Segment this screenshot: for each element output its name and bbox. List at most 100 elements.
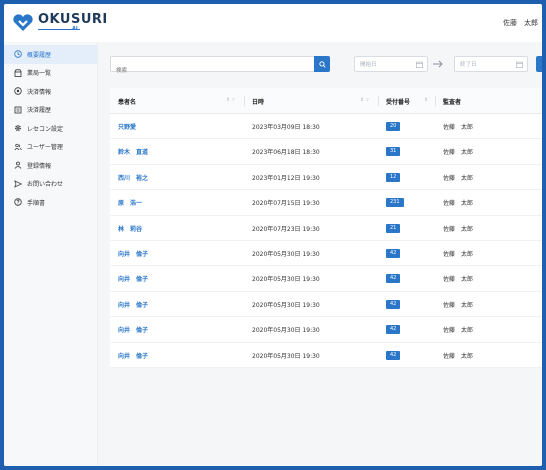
- start-date-placeholder: 開始日: [360, 62, 377, 68]
- end-date-placeholder: 終了日: [460, 62, 477, 68]
- calendar-icon: [416, 61, 423, 68]
- datetime-cell: 2020年07月23日 19:30: [252, 225, 320, 233]
- reception-no-cell: 42: [386, 317, 401, 342]
- main-content: 開始日 終了日 患者名 ⇕▿ 日時 ⇕▿: [98, 42, 542, 466]
- patient-name-link[interactable]: 西川 裕之: [118, 165, 148, 190]
- patient-name-link[interactable]: 鈴木 直道: [118, 139, 148, 164]
- header-datetime[interactable]: 日時: [252, 88, 264, 114]
- patient-name-link[interactable]: 向井 倫子: [118, 266, 148, 291]
- datetime-cell: 2020年07月15日 19:30: [252, 200, 320, 208]
- send-icon: [14, 180, 22, 188]
- reception-no-cell: 31: [386, 139, 401, 164]
- table-row[interactable]: 向井 倫子 2020年05月30日 19:30 42 佐藤 太郎: [110, 317, 542, 343]
- patient-name-link[interactable]: 向井 倫子: [118, 292, 148, 317]
- sort-filter-icon[interactable]: ⇕▿: [226, 97, 237, 103]
- clock-icon: [14, 50, 22, 58]
- store-icon: [14, 69, 22, 77]
- column-divider: [378, 96, 379, 106]
- sidebar-item-0[interactable]: 概要履歴: [4, 45, 97, 64]
- datetime-cell: 2020年05月30日 19:30: [252, 251, 320, 258]
- datetime-cell: 2020年05月30日 19:30: [252, 301, 320, 309]
- table-row[interactable]: 向井 倫子 2020年05月30日 19:30 42 佐藤 太郎: [110, 343, 542, 368]
- auditor-cell: 佐藤 太郎: [443, 276, 474, 284]
- history-table: 患者名 ⇕▿ 日時 ⇕▿ 受付番号 ⇕ 監査者 只野愛 2023年03月09日 1…: [110, 88, 542, 368]
- receipt-icon: [14, 106, 22, 114]
- auditor-cell: 佐藤 太郎: [443, 301, 474, 309]
- reception-no-badge: 12: [386, 172, 401, 182]
- reception-no-badge: 42: [386, 299, 401, 309]
- start-date-field[interactable]: 開始日: [354, 56, 428, 72]
- header-patient[interactable]: 患者名: [118, 88, 136, 114]
- patient-name-link[interactable]: 只野愛: [118, 114, 136, 139]
- table-row[interactable]: 西川 裕之 2023年01月12日 19:30 12 佐藤 太郎: [110, 165, 542, 191]
- patient-name-link[interactable]: 向井 倫子: [118, 317, 148, 342]
- datetime-cell: 2020年05月30日 19:30: [252, 276, 320, 284]
- sidebar-item-label: 登録情報: [27, 162, 52, 170]
- patient-name-link[interactable]: 林 莉谷: [118, 216, 142, 241]
- patient-name-link[interactable]: 向井 倫子: [118, 343, 148, 368]
- table-row[interactable]: 向井 倫子 2020年05月30日 19:30 42 佐藤 太郎: [110, 266, 542, 292]
- auditor-cell: 佐藤 太郎: [443, 225, 474, 233]
- header-reception-no[interactable]: 受付番号: [386, 88, 410, 114]
- search-button[interactable]: [314, 56, 330, 72]
- search-icon: [318, 60, 326, 68]
- auditor-cell: 佐藤 太郎: [443, 174, 474, 182]
- table-header: 患者名 ⇕▿ 日時 ⇕▿ 受付番号 ⇕ 監査者: [110, 88, 542, 114]
- sidebar: 概要履歴業局一覧決済情報 決済履歴レセコン設定 ユーザー管理 登録情報お問い合わせ手順…: [4, 42, 98, 466]
- sidebar-item-4[interactable]: レセコン設定: [4, 119, 97, 138]
- sidebar-item-8[interactable]: 手順書: [4, 193, 97, 212]
- sidebar-item-3[interactable]: 決済履歴: [4, 101, 97, 120]
- end-date-field[interactable]: 終了日: [454, 56, 528, 72]
- reception-no-badge: 42: [386, 350, 401, 360]
- table-row[interactable]: 原 浩一 2020年07月15日 19:30 231 佐藤 太郎: [110, 190, 542, 216]
- sidebar-item-label: ユーザー管理: [27, 144, 63, 152]
- sort-filter-icon[interactable]: ⇕▿: [360, 97, 371, 103]
- sidebar-item-2[interactable]: 決済情報: [4, 82, 97, 101]
- reception-no-cell: 20: [386, 114, 401, 139]
- user-name[interactable]: 佐藤 太郎: [503, 18, 538, 28]
- reception-no-cell: 12: [386, 165, 401, 190]
- sidebar-item-5[interactable]: ユーザー管理: [4, 138, 97, 157]
- reception-no-cell: 42: [386, 241, 401, 266]
- arrow-right-icon: [433, 60, 443, 68]
- top-header: OKUSURI AI 佐藤 太郎: [4, 4, 542, 42]
- column-divider: [244, 96, 245, 106]
- patient-name-link[interactable]: 向井 倫子: [118, 241, 148, 266]
- sidebar-item-7[interactable]: お問い合わせ: [4, 175, 97, 194]
- reception-no-cell: 42: [386, 343, 401, 368]
- table-row[interactable]: 鈴木 直道 2023年06月18日 18:30 31 佐藤 太郎: [110, 139, 542, 165]
- datetime-cell: 2020年05月30日 19:30: [252, 327, 320, 335]
- datetime-cell: 2020年05月30日 19:30: [252, 352, 320, 360]
- filter-submit-button[interactable]: [536, 56, 542, 72]
- sidebar-item-6[interactable]: 登録情報: [4, 156, 97, 175]
- reception-no-cell: 42: [386, 292, 401, 317]
- circle-dollar-icon: [14, 87, 22, 95]
- sidebar-item-label: 業局一覧: [27, 70, 52, 78]
- sidebar-item-label: 概要履歴: [27, 51, 52, 59]
- sort-icon[interactable]: ⇕: [424, 97, 430, 103]
- auditor-cell: 佐藤 太郎: [443, 149, 474, 157]
- search-input[interactable]: [111, 64, 309, 78]
- patient-name-link[interactable]: 原 浩一: [118, 190, 142, 215]
- sidebar-item-label: レセコン設定: [27, 125, 64, 133]
- reception-no-badge: 42: [386, 325, 401, 335]
- header-auditor[interactable]: 監査者: [443, 88, 461, 114]
- reception-no-cell: 42: [386, 266, 401, 291]
- table-row[interactable]: 只野愛 2023年03月09日 18:30 20 佐藤 太郎: [110, 114, 542, 140]
- sidebar-item-1[interactable]: 業局一覧: [4, 64, 97, 83]
- table-row[interactable]: 向井 倫子 2020年05月30日 19:30 42 佐藤 太郎: [110, 292, 542, 318]
- table-row[interactable]: 林 莉谷 2020年07月23日 19:30 21 佐藤 太郎: [110, 216, 542, 241]
- column-divider: [435, 96, 436, 106]
- logo-text: OKUSURI: [38, 12, 108, 27]
- logo-sub: AI: [72, 26, 78, 32]
- users-icon: [14, 143, 22, 151]
- logo[interactable]: OKUSURI AI: [12, 12, 107, 36]
- app-window: OKUSURI AI 佐藤 太郎 概要履歴業局一覧決済情報 決済履歴レセコン設定ユ…: [4, 4, 542, 466]
- calendar-icon: [516, 61, 523, 68]
- table-row[interactable]: 向井 倫子 2020年05月30日 19:30 42 佐藤 太郎: [110, 241, 542, 267]
- person-icon: [14, 161, 22, 170]
- sidebar-item-label: 手順書: [27, 199, 46, 207]
- reception-no-cell: 21: [386, 216, 401, 241]
- search-box: [110, 56, 330, 78]
- reception-no-badge: 31: [386, 147, 401, 157]
